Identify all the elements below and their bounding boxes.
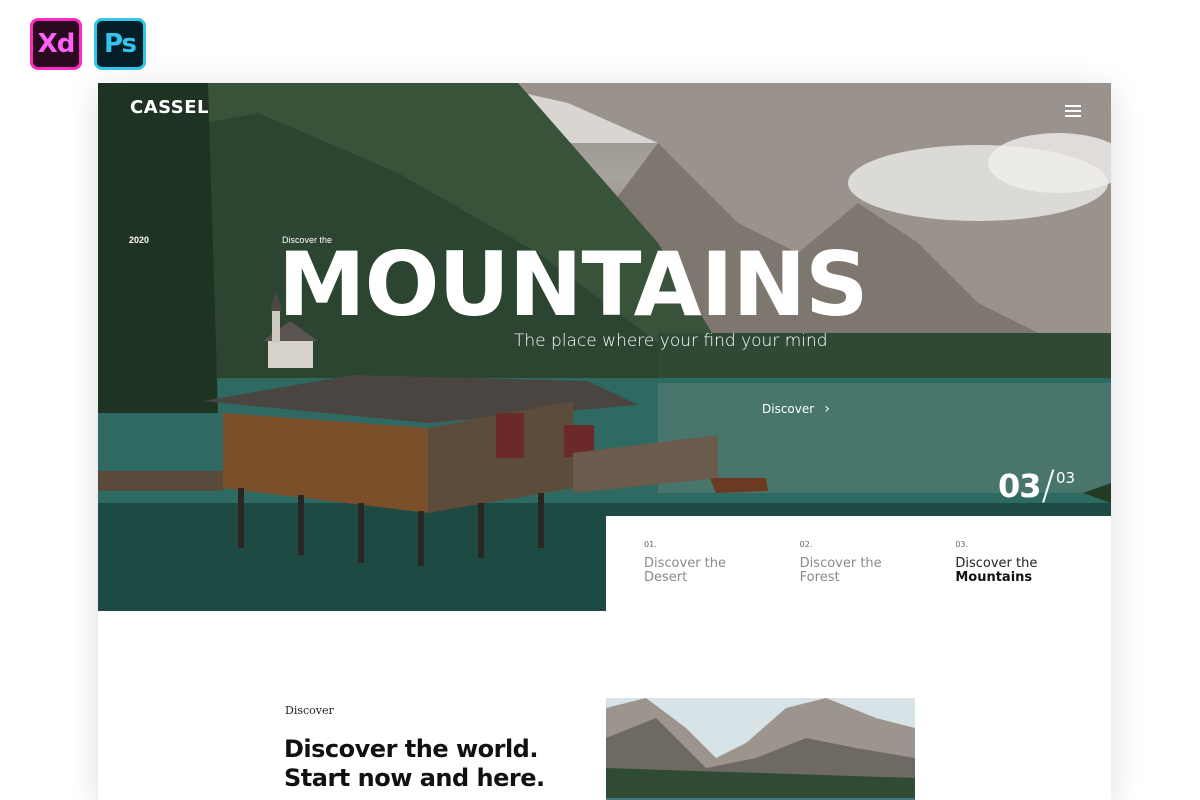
section-title-line: Start now and here. — [284, 764, 545, 793]
hero-subtitle: The place where your find your mind — [514, 331, 828, 351]
slide-item-mountains[interactable]: 03. Discover the Mountains — [955, 540, 1111, 616]
discover-link-label: Discover — [762, 402, 815, 416]
slide-number: 03. — [955, 540, 969, 549]
website-mockup: CASSEL 2020 Discover the MOUNTAINS The p… — [98, 83, 1111, 800]
slide-selector: 01. Discover the Desert 02. Discover the… — [606, 516, 1111, 616]
chevron-right-icon: › — [824, 401, 830, 417]
slide-label: Discover the — [644, 556, 726, 571]
slide-name: Mountains — [955, 569, 1033, 585]
section-kicker: Discover — [285, 704, 334, 717]
slide-number: 01. — [644, 540, 657, 549]
slide-name: Desert — [644, 569, 688, 585]
adobe-xd-logo: Xd — [30, 18, 82, 70]
hero-year: 2020 — [129, 235, 150, 245]
slide-number: 02. — [799, 540, 813, 549]
slide-counter-slash: / — [1041, 463, 1056, 509]
section-title-line: Discover the world. — [284, 735, 538, 763]
slide-name: Forest — [799, 569, 840, 585]
slide-counter: 03 / 03 — [998, 463, 1076, 509]
hero-title: MOUNTAINS — [278, 233, 869, 336]
section-title: Discover the world. Start now and here. — [284, 735, 545, 794]
hamburger-menu-icon[interactable] — [1065, 105, 1081, 117]
slide-label: Discover the — [955, 556, 1038, 571]
slide-counter-total: 03 — [1056, 469, 1076, 487]
slide-item-desert[interactable]: 01. Discover the Desert — [644, 540, 800, 616]
section-mountain-photo — [606, 698, 915, 800]
discover-link[interactable]: Discover › — [762, 401, 830, 417]
slide-item-forest[interactable]: 02. Discover the Forest — [800, 540, 956, 616]
brand-logo[interactable]: CASSEL — [130, 97, 209, 118]
slide-label: Discover the — [799, 556, 882, 571]
photoshop-logo: Ps — [94, 18, 146, 70]
mountain-photo-image — [606, 698, 915, 800]
slide-counter-current: 03 — [998, 467, 1042, 505]
